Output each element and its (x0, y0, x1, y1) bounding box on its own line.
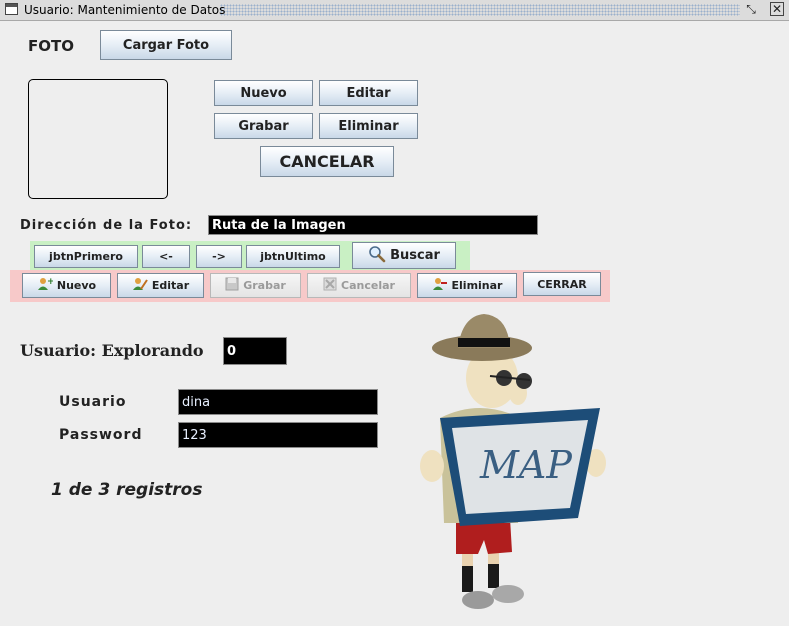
cerrar-button[interactable]: CERRAR (523, 272, 601, 296)
foto-label: FOTO (28, 37, 74, 55)
window-title: Usuario: Mantenimiento de Datos (24, 3, 226, 17)
title-bar-pattern (220, 4, 740, 16)
record-count: 1 de 3 registros (51, 480, 203, 500)
photo-grabar-button[interactable]: Grabar (214, 113, 313, 139)
next-record-button[interactable]: -> (196, 245, 242, 268)
grabar-button[interactable]: Grabar (210, 273, 301, 298)
search-icon (368, 245, 386, 267)
mode-label: Usuario: Explorando (20, 341, 204, 360)
last-record-button[interactable]: jbtnUltimo (246, 245, 340, 268)
nuevo-label: Nuevo (56, 279, 97, 292)
window-icon (5, 3, 18, 15)
password-field[interactable]: 123 (178, 422, 378, 448)
photo-path-label: Dirección de la Foto: (20, 218, 193, 233)
grabar-label: Grabar (243, 279, 286, 292)
first-record-button[interactable]: jbtnPrimero (34, 245, 138, 268)
cargar-foto-button[interactable]: Cargar Foto (100, 30, 232, 60)
map-sign-text: MAP (479, 443, 573, 487)
photo-cancelar-button[interactable]: CANCELAR (260, 146, 394, 177)
photo-editar-button[interactable]: Editar (319, 80, 418, 106)
eliminar-label: Eliminar (451, 279, 503, 292)
usuario-field[interactable]: dina (178, 389, 378, 415)
buscar-label: Buscar (390, 248, 440, 263)
svg-text:+: + (47, 277, 53, 287)
close-icon[interactable]: ✕ (770, 2, 784, 16)
usuario-label: Usuario (59, 394, 127, 410)
restore-icon[interactable]: ⤡ (744, 2, 758, 16)
save-icon (225, 277, 239, 294)
delete-user-icon (432, 277, 448, 294)
photo-path-field[interactable]: Ruta de la Imagen (208, 215, 538, 235)
mode-field[interactable]: 0 (223, 337, 287, 365)
photo-nuevo-button[interactable]: Nuevo (214, 80, 313, 106)
eliminar-button[interactable]: Eliminar (417, 273, 517, 298)
explorer-map-illustration: MAP (420, 314, 606, 609)
cancel-icon (323, 277, 337, 294)
buscar-button[interactable]: Buscar (352, 242, 456, 269)
cancelar-button[interactable]: Cancelar (307, 273, 411, 298)
password-label: Password (59, 427, 143, 443)
nuevo-button[interactable]: + Nuevo (22, 273, 111, 298)
photo-preview (28, 79, 168, 199)
edit-user-icon (132, 277, 148, 294)
editar-button[interactable]: Editar (117, 273, 204, 298)
editar-label: Editar (151, 279, 190, 292)
prev-record-button[interactable]: <- (142, 245, 190, 268)
add-user-icon: + (37, 277, 54, 294)
photo-eliminar-button[interactable]: Eliminar (319, 113, 418, 139)
cancelar-label: Cancelar (341, 279, 395, 292)
